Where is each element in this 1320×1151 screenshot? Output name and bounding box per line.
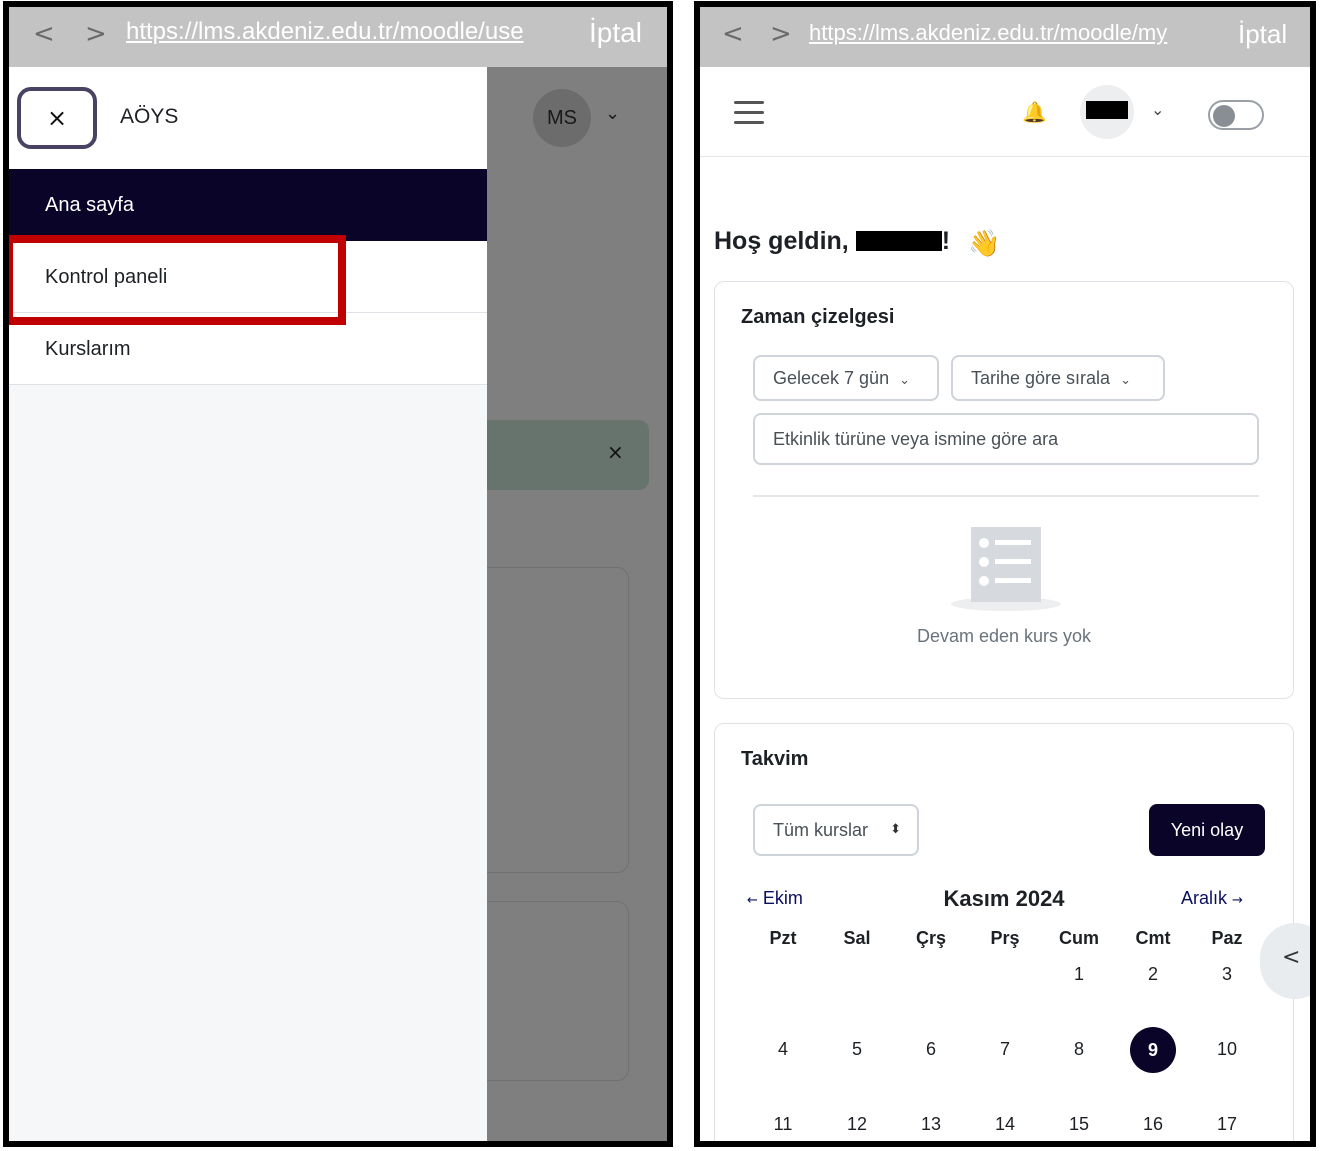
block-drawer-toggle[interactable]: < bbox=[1260, 923, 1310, 999]
sort-filter-label: Tarihe göre sırala bbox=[971, 368, 1111, 388]
calendar-day[interactable]: 5 bbox=[827, 1039, 887, 1060]
redacted-avatar-block bbox=[1086, 101, 1128, 119]
cancel-button[interactable]: İptal bbox=[1238, 19, 1287, 50]
back-icon[interactable]: < bbox=[722, 19, 744, 49]
weekday-header: Sal bbox=[843, 928, 871, 948]
weekday-header: Çrş bbox=[915, 928, 946, 948]
hamburger-icon[interactable] bbox=[734, 101, 764, 124]
weekday-header: Paz bbox=[1211, 928, 1243, 948]
weekday-header: Cmt bbox=[1135, 928, 1171, 948]
calendar-day[interactable]: 4 bbox=[753, 1039, 813, 1060]
forward-icon[interactable]: > bbox=[770, 19, 792, 49]
sort-filter-dropdown[interactable]: Tarihe göre sırala ⌄ bbox=[951, 355, 1165, 401]
weekday-header: Cum bbox=[1059, 928, 1099, 948]
new-event-button[interactable]: Yeni olay bbox=[1149, 804, 1265, 856]
welcome-prefix: Hoş geldin, bbox=[714, 227, 856, 255]
url-field[interactable]: https://lms.akdeniz.edu.tr/moodle/my bbox=[809, 20, 1223, 46]
chevron-down-icon[interactable]: ⌄ bbox=[1151, 100, 1164, 119]
welcome-suffix: ! bbox=[941, 227, 951, 255]
redacted-name bbox=[855, 231, 942, 251]
url-field[interactable]: https://lms.akdeniz.edu.tr/moodle/use bbox=[126, 18, 566, 46]
cancel-button[interactable]: İptal bbox=[589, 17, 642, 49]
calendar-day[interactable]: 12 bbox=[827, 1114, 887, 1135]
calendar-day[interactable]: 17 bbox=[1197, 1114, 1257, 1135]
range-filter-label: Gelecek 7 gün bbox=[773, 368, 890, 388]
calendar-day[interactable]: 10 bbox=[1197, 1039, 1257, 1060]
empty-list-icon bbox=[951, 527, 1061, 611]
weekday-header: Prş bbox=[990, 928, 1020, 948]
calendar-day-today[interactable]: 9 bbox=[1130, 1027, 1176, 1073]
close-drawer-button[interactable]: × bbox=[17, 87, 97, 149]
course-filter-select[interactable]: Tüm kurslar ⬍ bbox=[753, 804, 919, 856]
waving-hand-icon: 👋 bbox=[968, 229, 1001, 259]
toggle-knob bbox=[1213, 105, 1235, 127]
next-month-link[interactable]: Aralık → bbox=[1181, 888, 1243, 909]
back-icon[interactable]: < bbox=[33, 19, 55, 49]
weekday-header: Pzt bbox=[769, 928, 797, 948]
timeline-title: Zaman çizelgesi bbox=[741, 306, 895, 328]
edit-mode-toggle[interactable] bbox=[1208, 100, 1264, 130]
calendar-day[interactable]: 1 bbox=[1049, 964, 1109, 985]
chevron-left-icon: < bbox=[1282, 945, 1301, 970]
divider bbox=[753, 495, 1259, 497]
right-phone-screenshot: < > https://lms.akdeniz.edu.tr/moodle/my… bbox=[694, 1, 1316, 1147]
forward-icon[interactable]: > bbox=[85, 19, 107, 49]
next-month-label: Aralık bbox=[1181, 888, 1228, 908]
left-phone-screenshot: < > https://lms.akdeniz.edu.tr/moodle/us… bbox=[3, 1, 673, 1147]
chevron-down-icon: ⌄ bbox=[1120, 373, 1131, 388]
browser-url-bar: < > https://lms.akdeniz.edu.tr/moodle/my… bbox=[700, 7, 1310, 67]
site-brand: AÖYS bbox=[120, 105, 179, 128]
calendar-day[interactable]: 15 bbox=[1049, 1114, 1109, 1135]
timeline-card: Zaman çizelgesi Gelecek 7 gün ⌄ Tarihe gö… bbox=[714, 281, 1294, 699]
calendar-day[interactable]: 6 bbox=[901, 1039, 961, 1060]
browser-url-bar: < > https://lms.akdeniz.edu.tr/moodle/us… bbox=[9, 7, 667, 67]
calendar-card: Takvim Tüm kurslar ⬍ Yeni olay ← Ekim Ka… bbox=[714, 723, 1294, 1141]
avatar[interactable] bbox=[1080, 85, 1134, 139]
calendar-title: Takvim bbox=[741, 748, 809, 770]
up-down-icon: ⬍ bbox=[890, 822, 901, 837]
calendar-day[interactable]: 14 bbox=[975, 1114, 1035, 1135]
arrow-right-icon: → bbox=[1232, 893, 1243, 908]
calendar-day[interactable]: 7 bbox=[975, 1039, 1035, 1060]
calendar-day[interactable]: 13 bbox=[901, 1114, 961, 1135]
calendar-day[interactable]: 8 bbox=[1049, 1039, 1109, 1060]
page-header: 🔔 ⌄ bbox=[700, 67, 1310, 157]
activity-search-input[interactable]: Etkinlik türüne veya ismine göre ara bbox=[753, 413, 1259, 465]
welcome-heading: Hoş geldin, ! bbox=[714, 227, 950, 256]
highlight-box bbox=[9, 235, 346, 325]
bell-icon[interactable]: 🔔 bbox=[1022, 100, 1047, 124]
calendar-day[interactable]: 2 bbox=[1123, 964, 1183, 985]
drawer-header: × AÖYS bbox=[9, 67, 487, 169]
navigation-drawer: × AÖYS Ana sayfa Kontrol paneli Kursları… bbox=[9, 67, 487, 1141]
chevron-down-icon: ⌄ bbox=[899, 373, 910, 388]
calendar-day[interactable]: 11 bbox=[753, 1114, 813, 1135]
course-filter-label: Tüm kurslar bbox=[773, 820, 869, 840]
drawer-item-ana-sayfa[interactable]: Ana sayfa bbox=[9, 169, 487, 241]
calendar-day[interactable]: 16 bbox=[1123, 1114, 1183, 1135]
range-filter-dropdown[interactable]: Gelecek 7 gün ⌄ bbox=[753, 355, 939, 401]
calendar-day[interactable]: 3 bbox=[1197, 964, 1257, 985]
empty-state-text: Devam eden kurs yok bbox=[916, 626, 1092, 646]
